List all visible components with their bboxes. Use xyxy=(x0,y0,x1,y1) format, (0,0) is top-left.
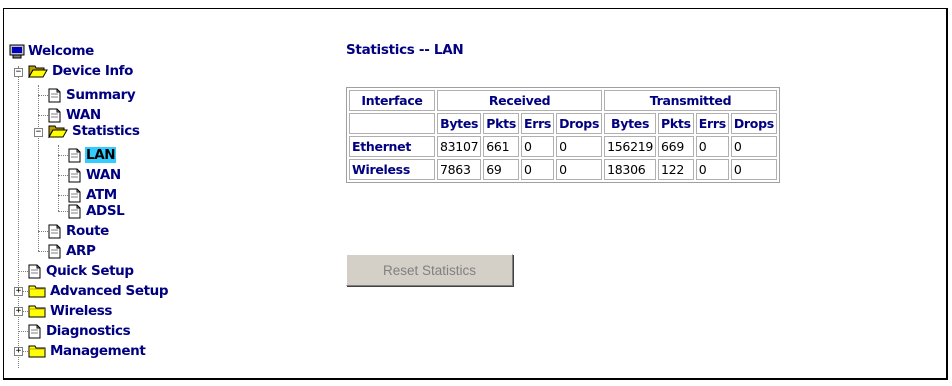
nav-label: Quick Setup xyxy=(46,263,134,279)
cell-tx-drops: 0 xyxy=(730,136,777,157)
header-transmitted: Transmitted xyxy=(604,90,777,111)
tree-line xyxy=(38,85,39,251)
nav-label: Route xyxy=(66,223,109,239)
document-icon xyxy=(68,204,81,218)
nav-advanced-setup[interactable]: Advanced Setup xyxy=(28,281,169,301)
cell-rx-drops: 0 xyxy=(556,159,603,180)
expand-wireless-toggle[interactable]: + xyxy=(14,307,23,316)
reset-statistics-button[interactable]: Reset Statistics xyxy=(346,254,513,286)
document-icon xyxy=(28,264,41,278)
statistics-table: Interface Received Transmitted Bytes Pkt… xyxy=(346,87,780,183)
page-frame: − − + + + Welcome Device Info Summary WA… xyxy=(3,8,948,380)
cell-rx-drops: 0 xyxy=(556,136,603,157)
header-rx-pkts: Pkts xyxy=(483,113,519,134)
cell-tx-errs: 0 xyxy=(695,136,729,157)
header-tx-pkts: Pkts xyxy=(658,113,694,134)
cell-tx-drops: 0 xyxy=(730,159,777,180)
row-interface: Wireless xyxy=(349,159,435,180)
folder-icon xyxy=(28,305,46,318)
header-tx-errs: Errs xyxy=(695,113,729,134)
folder-icon xyxy=(28,345,46,358)
page-title: Statistics -- LAN xyxy=(346,42,464,58)
document-icon xyxy=(68,148,81,162)
nav-quick-setup[interactable]: Quick Setup xyxy=(28,261,135,281)
nav-label: Diagnostics xyxy=(46,323,131,339)
nav-device-info[interactable]: Device Info xyxy=(28,61,134,81)
cell-tx-bytes: 156219 xyxy=(604,136,657,157)
nav-arp[interactable]: ARP xyxy=(48,241,97,261)
document-icon xyxy=(48,244,61,258)
document-icon xyxy=(48,88,61,102)
nav-tree: − − + + + Welcome Device Info Summary WA… xyxy=(4,9,324,379)
document-icon xyxy=(48,224,61,238)
header-rx-bytes: Bytes xyxy=(437,113,482,134)
table-subheader-row: Bytes Pkts Errs Drops Bytes Pkts Errs Dr… xyxy=(349,113,777,134)
nav-stats-lan[interactable]: LAN xyxy=(68,145,117,165)
folder-icon xyxy=(28,285,46,298)
nav-diagnostics[interactable]: Diagnostics xyxy=(28,321,131,341)
expand-advanced-setup-toggle[interactable]: + xyxy=(14,287,23,296)
open-folder-icon xyxy=(28,65,48,78)
nav-label: Summary xyxy=(66,87,136,103)
document-icon xyxy=(28,324,41,338)
header-rx-errs: Errs xyxy=(520,113,555,134)
header-interface: Interface xyxy=(349,90,435,111)
nav-label-selected: LAN xyxy=(85,147,117,163)
cell-tx-pkts: 122 xyxy=(658,159,694,180)
cell-rx-errs: 0 xyxy=(520,136,555,157)
nav-stats-wan[interactable]: WAN xyxy=(68,165,122,185)
cell-rx-bytes: 83107 xyxy=(437,136,482,157)
cell-tx-errs: 0 xyxy=(695,159,729,180)
nav-label: Advanced Setup xyxy=(50,283,169,299)
cell-rx-pkts: 661 xyxy=(483,136,519,157)
nav-wireless[interactable]: Wireless xyxy=(28,301,113,321)
nav-label: Management xyxy=(50,343,146,359)
nav-statistics[interactable]: Statistics xyxy=(48,121,141,141)
nav-label: Welcome xyxy=(28,43,94,59)
cell-rx-pkts: 69 xyxy=(483,159,519,180)
table-row: Ethernet 83107 661 0 0 156219 669 0 0 xyxy=(349,136,777,157)
nav-label: Device Info xyxy=(52,63,134,79)
cell-rx-errs: 0 xyxy=(520,159,555,180)
nav-label: ADSL xyxy=(86,203,125,219)
nav-label: Wireless xyxy=(50,303,112,319)
nav-management[interactable]: Management xyxy=(28,341,146,361)
cell-tx-pkts: 669 xyxy=(658,136,694,157)
table-row: Wireless 7863 69 0 0 18306 122 0 0 xyxy=(349,159,777,180)
expand-management-toggle[interactable]: + xyxy=(14,347,23,356)
nav-label: Statistics xyxy=(72,123,140,139)
cell-tx-bytes: 18306 xyxy=(604,159,657,180)
document-icon xyxy=(68,168,81,182)
nav-label: ARP xyxy=(66,243,96,259)
nav-label: WAN xyxy=(86,167,121,183)
row-interface: Ethernet xyxy=(349,136,435,157)
computer-icon xyxy=(9,44,25,58)
header-empty xyxy=(349,113,435,134)
collapse-device-info-toggle[interactable]: − xyxy=(14,68,23,77)
cell-rx-bytes: 7863 xyxy=(437,159,482,180)
header-tx-bytes: Bytes xyxy=(604,113,657,134)
collapse-statistics-toggle[interactable]: − xyxy=(34,128,43,137)
header-received: Received xyxy=(437,90,603,111)
open-folder-icon xyxy=(48,125,68,138)
nav-stats-adsl[interactable]: ADSL xyxy=(68,201,125,221)
tree-line xyxy=(18,66,19,368)
nav-summary[interactable]: Summary xyxy=(48,85,136,105)
nav-welcome[interactable]: Welcome xyxy=(9,41,95,61)
header-tx-drops: Drops xyxy=(730,113,777,134)
header-rx-drops: Drops xyxy=(556,113,603,134)
table-header-row: Interface Received Transmitted xyxy=(349,90,777,111)
nav-route[interactable]: Route xyxy=(48,221,110,241)
